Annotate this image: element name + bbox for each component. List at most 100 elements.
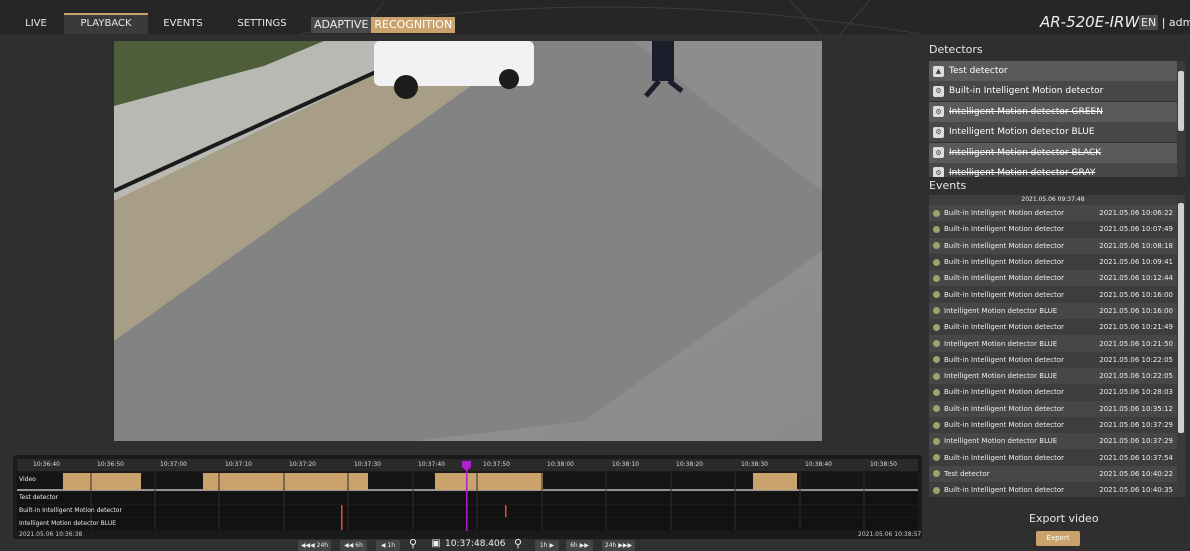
tab-playback[interactable]: PLAYBACK — [64, 13, 148, 34]
event-row[interactable]: Intelligent Motion detector BLUE 2021.05.… — [929, 335, 1177, 352]
event-row[interactable]: Test detector 2021.05.06 10:40:22 — [929, 465, 1177, 483]
event-row[interactable]: Intelligent Motion detector BLUE 2021.05.… — [929, 302, 1177, 320]
event-status-dot — [933, 388, 940, 396]
detector-item-gray[interactable]: ⚙ Intelligent Motion detector GRAY — [929, 162, 1177, 177]
detector-label: Test detector — [949, 66, 1008, 76]
timeline-panel[interactable] — [13, 455, 922, 539]
event-row[interactable]: Intelligent Motion detector BLUE 2021.05.… — [929, 433, 1177, 450]
back-24h-label: 24h — [316, 542, 329, 549]
event-row[interactable]: Built-in Intelligent Motion detector 2021… — [929, 253, 1177, 271]
detector-item-test[interactable]: ▲ Test detector — [929, 61, 1177, 81]
language-selector[interactable]: EN — [1139, 15, 1159, 30]
tick-label: 10:36:40 — [33, 461, 60, 468]
timeline-row-label: Video — [19, 476, 36, 483]
event-row[interactable]: Built-in Intelligent Motion detector 2021… — [929, 400, 1177, 417]
event-detector-name: Built-in Intelligent Motion detector — [944, 323, 1065, 332]
tick-label: 10:37:20 — [289, 461, 316, 468]
event-time: 2021.05.06 10:37:54 — [1099, 453, 1173, 462]
double-rewind-icon: ◀◀ — [344, 542, 354, 549]
calendar-icon[interactable]: ▣ — [430, 538, 442, 549]
scroll-thumb[interactable] — [1178, 203, 1184, 433]
scroll-thumb[interactable] — [1178, 71, 1184, 131]
event-time: 2021.05.06 10:37:29 — [1099, 421, 1173, 429]
event-detector-name: Built-in Intelligent Motion detector — [944, 404, 1065, 413]
event-mark[interactable] — [505, 505, 507, 517]
event-list[interactable]: 2021.05.06 09:37:48 Built-in Intelligent… — [929, 195, 1177, 497]
zoom-out-icon[interactable]: ⚲ — [407, 538, 419, 549]
event-status-dot — [933, 274, 940, 282]
detector-item-green[interactable]: ⚙ Intelligent Motion detector GREEN — [929, 101, 1177, 122]
detector-item-blue[interactable]: ⚙ Intelligent Motion detector BLUE — [929, 122, 1177, 143]
tick-label: 10:38:10 — [612, 461, 639, 468]
event-status-dot — [933, 291, 940, 299]
recording-segment[interactable] — [63, 473, 141, 490]
event-row[interactable]: Intelligent Motion detector BLUE 2021.05.… — [929, 367, 1177, 385]
detector-item-builtin[interactable]: ⚙ Built-in Intelligent Motion detector — [929, 81, 1177, 102]
playhead[interactable] — [466, 463, 468, 531]
recording-segment[interactable] — [203, 473, 368, 490]
event-row[interactable]: Built-in Intelligent Motion detector 2021… — [929, 205, 1177, 222]
tick-label: 10:38:40 — [805, 461, 832, 468]
recognition-label: RECOGNITION — [371, 17, 456, 33]
event-row[interactable]: Built-in Intelligent Motion detector 2021… — [929, 270, 1177, 287]
fwd-1h-button[interactable]: 1h ▶ — [535, 540, 559, 551]
detector-label: Intelligent Motion detector GRAY — [949, 167, 1096, 177]
forward-icon: ▶ — [549, 542, 555, 549]
event-detector-name: Intelligent Motion detector BLUE — [944, 372, 1058, 381]
event-row[interactable]: Built-in Intelligent Motion detector 2021… — [929, 482, 1177, 497]
event-time: 2021.05.06 10:09:41 — [1099, 258, 1173, 267]
event-row[interactable]: Built-in Intelligent Motion detector 2021… — [929, 449, 1177, 466]
event-row[interactable]: Built-in Intelligent Motion detector 2021… — [929, 237, 1177, 254]
detector-item-black[interactable]: ⚙ Intelligent Motion detector BLACK — [929, 142, 1177, 163]
events-scrollbar[interactable] — [1177, 195, 1185, 497]
event-detector-name: Built-in Intelligent Motion detector — [944, 421, 1065, 429]
fwd-1h-label: 1h — [539, 542, 548, 549]
back-6h-button[interactable]: ◀◀ 6h — [340, 540, 367, 551]
back-1h-label: 1h — [387, 542, 396, 549]
fwd-24h-label: 24h — [604, 542, 617, 549]
detectors-scrollbar[interactable] — [1177, 61, 1185, 177]
triple-forward-icon: ▶▶▶ — [618, 542, 633, 549]
tick-label: 10:37:40 — [418, 461, 445, 468]
event-status-dot — [933, 340, 940, 348]
tab-live[interactable]: LIVE — [11, 13, 61, 34]
triple-rewind-icon: ◀◀◀ — [300, 542, 315, 549]
current-time[interactable]: 10:37:48.406 — [445, 539, 505, 549]
recording-segment[interactable] — [753, 473, 797, 490]
tab-settings[interactable]: SETTINGS — [223, 13, 301, 34]
double-forward-icon: ▶▶ — [579, 542, 589, 549]
event-row[interactable]: Built-in Intelligent Motion detector 2021… — [929, 319, 1177, 336]
event-row[interactable]: Built-in Intelligent Motion detector 2021… — [929, 351, 1177, 368]
fwd-6h-button[interactable]: 6h ▶▶ — [566, 540, 593, 551]
event-row[interactable]: Built-in Intelligent Motion detector 2021… — [929, 221, 1177, 238]
tick-label: 10:37:10 — [225, 461, 252, 468]
event-time: 2021.05.06 10:07:49 — [1099, 225, 1173, 234]
detector-list[interactable]: ▲ Test detector ⚙ Built-in Intelligent Mot… — [929, 61, 1177, 177]
video-player[interactable] — [114, 41, 822, 441]
tab-events[interactable]: EVENTS — [153, 13, 213, 34]
back-1h-button[interactable]: ◀ 1h — [376, 540, 400, 551]
fwd-24h-button[interactable]: 24h ▶▶▶ — [602, 540, 635, 551]
recording-segment[interactable] — [435, 473, 543, 490]
event-status-dot — [933, 405, 940, 413]
user-menu[interactable]: admin — [1169, 16, 1190, 29]
top-bar: LIVE PLAYBACK EVENTS SETTINGS ADAPTIVE R… — [0, 0, 1190, 34]
event-status-dot — [933, 209, 940, 217]
detectors-title: Detectors — [929, 43, 983, 56]
event-row[interactable]: Built-in Intelligent Motion detector 2021… — [929, 384, 1177, 401]
zoom-in-icon[interactable]: ⚲ — [512, 538, 524, 549]
event-detector-name: Built-in Intelligent Motion detector — [944, 225, 1065, 234]
back-24h-button[interactable]: ◀◀◀ 24h — [298, 540, 331, 551]
motion-icon: ⚙ — [933, 126, 944, 138]
export-button[interactable]: Export — [1036, 531, 1080, 546]
timeline-graph[interactable] — [13, 455, 922, 539]
event-detector-name: Built-in Intelligent Motion detector — [944, 486, 1065, 495]
event-row[interactable]: Built-in Intelligent Motion detector 2021… — [929, 286, 1177, 303]
event-mark[interactable] — [341, 505, 343, 530]
event-time: 2021.05.06 10:16:00 — [1099, 290, 1173, 299]
event-row[interactable]: Built-in Intelligent Motion detector 2021… — [929, 416, 1177, 434]
event-detector-name: Built-in Intelligent Motion detector — [944, 355, 1065, 364]
event-detector-name: Intelligent Motion detector BLUE — [944, 437, 1058, 446]
event-time: 2021.05.06 10:06:22 — [1099, 209, 1173, 218]
event-time: 2021.05.06 10:21:49 — [1099, 323, 1173, 332]
